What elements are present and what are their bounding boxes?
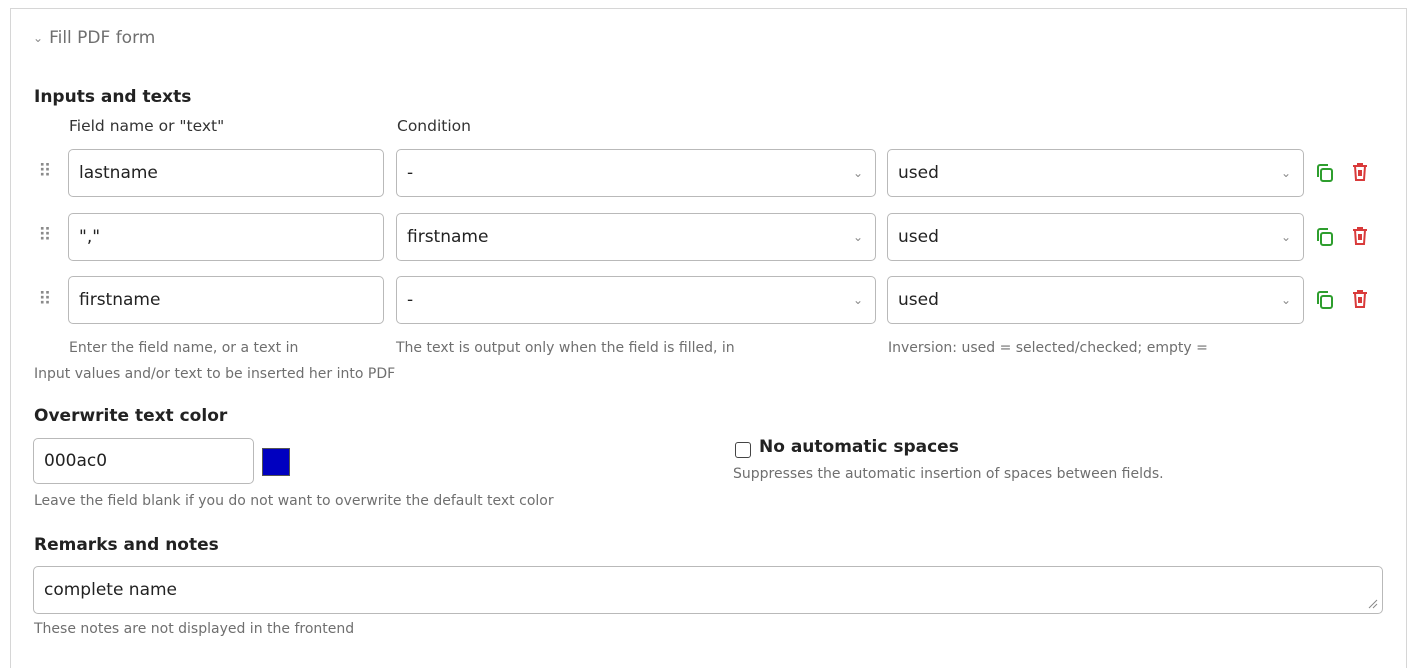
drag-handle-icon[interactable]: ⠿ [36,226,54,246]
condition-help-text: The text is output only when the field i… [396,340,735,356]
section-toggle[interactable]: ⌄ Fill PDF form [33,28,155,48]
color-help-text: Leave the field blank if you do not want… [34,493,554,509]
field-help-text: Enter the field name, or a text in [69,340,299,356]
field-column-label: Field name or "text" [69,117,225,135]
trash-icon[interactable] [1349,161,1371,183]
trash-icon[interactable] [1349,225,1371,247]
color-heading: Overwrite text color [34,406,228,426]
copy-icon[interactable] [1314,226,1336,248]
chevron-down-icon: ⌄ [852,293,863,307]
trash-icon[interactable] [1349,288,1371,310]
field-name-input[interactable]: lastname [68,149,384,197]
chevron-down-icon: ⌄ [33,31,44,45]
condition-value: firstname [407,227,489,247]
chevron-down-icon: ⌄ [1280,166,1291,180]
spaces-help-text: Suppresses the automatic insertion of sp… [733,466,1164,482]
chevron-down-icon: ⌄ [1280,230,1291,244]
section-title: Fill PDF form [49,28,156,48]
inversion-value: used [898,290,939,310]
condition-select[interactable]: - ⌄ [396,149,876,197]
chevron-down-icon: ⌄ [852,166,863,180]
remarks-heading: Remarks and notes [34,535,219,555]
text-color-input[interactable]: 000ac0 [33,438,254,484]
inversion-value: used [898,163,939,183]
inversion-select[interactable]: used ⌄ [887,213,1304,261]
no-automatic-spaces-checkbox[interactable] [735,442,751,458]
inversion-select[interactable]: used ⌄ [887,276,1304,324]
field-name-input[interactable]: firstname [68,276,384,324]
no-automatic-spaces-label[interactable]: No automatic spaces [759,437,959,457]
field-name-value: lastname [79,163,158,183]
condition-select[interactable]: - ⌄ [396,276,876,324]
color-swatch[interactable] [262,448,290,476]
condition-value: - [407,290,414,310]
field-name-value: firstname [79,290,161,310]
text-color-value: 000ac0 [44,451,108,471]
inversion-help-text: Inversion: used = selected/checked; empt… [888,340,1208,356]
drag-handle-icon[interactable]: ⠿ [36,162,54,182]
inversion-select[interactable]: used ⌄ [887,149,1304,197]
copy-icon[interactable] [1314,162,1336,184]
resize-grip-icon[interactable] [1368,599,1378,609]
condition-select[interactable]: firstname ⌄ [396,213,876,261]
field-name-value: "," [79,227,101,247]
field-name-input[interactable]: "," [68,213,384,261]
remarks-value: complete name [44,580,178,600]
inputs-heading: Inputs and texts [34,87,192,107]
condition-value: - [407,163,414,183]
drag-handle-icon[interactable]: ⠿ [36,290,54,310]
remarks-help-text: These notes are not displayed in the fro… [34,621,355,637]
chevron-down-icon: ⌄ [852,230,863,244]
inputs-help-text: Input values and/or text to be inserted … [34,366,396,382]
inversion-value: used [898,227,939,247]
condition-column-label: Condition [397,117,471,135]
copy-icon[interactable] [1314,289,1336,311]
chevron-down-icon: ⌄ [1280,293,1291,307]
remarks-textarea[interactable]: complete name [33,566,1383,614]
